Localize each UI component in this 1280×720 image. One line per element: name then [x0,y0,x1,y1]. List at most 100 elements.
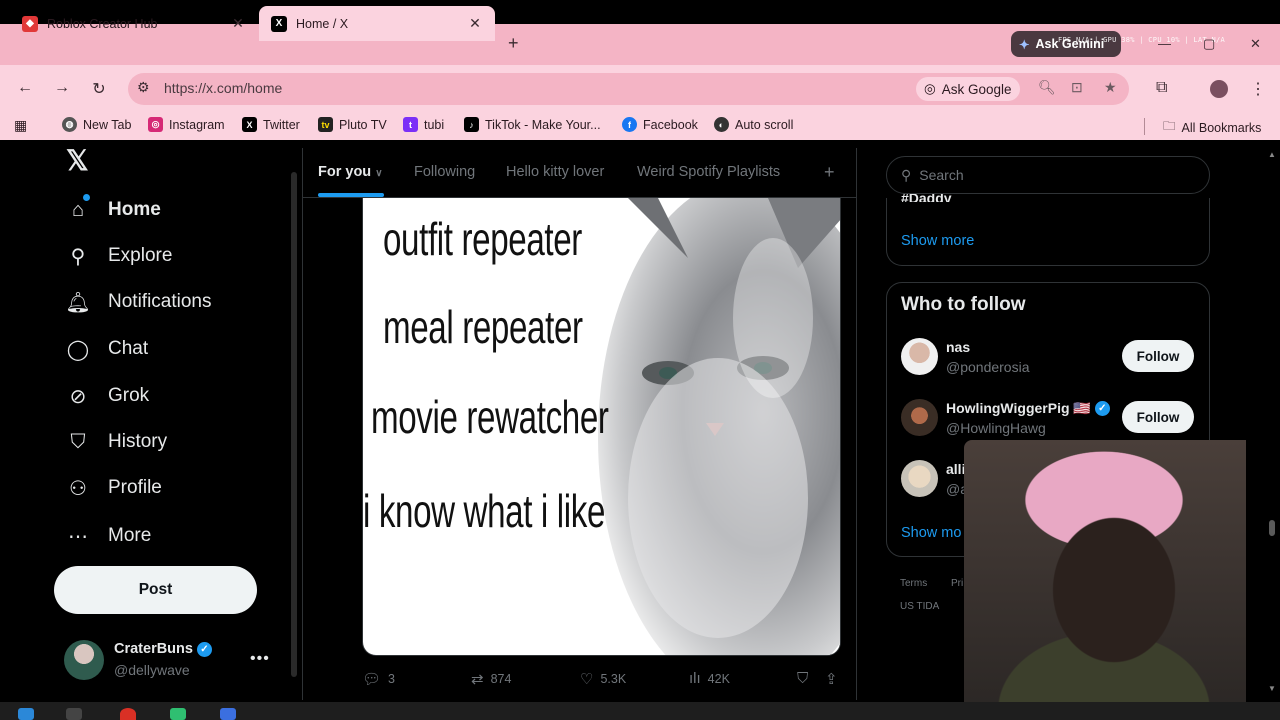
suggested-user-handle: @ponderosia [946,359,1030,375]
reply-button[interactable]: 💬︎ 3 [362,670,395,688]
zoom-icon[interactable]: 🔍︎ [1038,79,1056,96]
bookmark-icon: ⛉ [70,430,86,453]
page-scrollbar[interactable]: ▲ ▼ [1266,150,1278,695]
tab-roblox[interactable]: ◆ Roblox Creator Hub ✕ [10,6,258,41]
bookmark-button[interactable]: ⛉ [797,670,808,687]
account-name[interactable]: CraterBuns ✓ [114,641,212,657]
avatar[interactable] [64,640,104,680]
extensions-icon[interactable]: ⧉ [1156,79,1167,97]
bookmark-star-icon[interactable]: ★ [1104,79,1117,96]
nav-label: Home [108,199,161,220]
account-menu-icon[interactable]: ••• [250,650,270,668]
trends-panel [886,198,1210,266]
tab-for-you[interactable]: For you ∨ [318,164,383,180]
tab-title: Home / X [296,16,349,31]
install-icon[interactable]: ⊡ [1071,79,1083,96]
facebook-icon: f [622,117,637,132]
bookmark-pluto[interactable]: tv Pluto TV [318,117,387,132]
menu-kebab-icon[interactable]: ⋮ [1250,79,1266,99]
follow-button[interactable]: Follow [1122,340,1194,372]
bookmark-tubi[interactable]: t tubi [403,117,444,132]
all-bookmarks[interactable]: 🗀 All Bookmarks [1163,117,1261,138]
ask-gemini-button[interactable]: ✦ Ask Gemini [1011,31,1121,57]
bookmark-auto-scroll[interactable]: ◐ Auto scroll [714,117,793,132]
scroll-down-icon[interactable]: ▼ [1268,684,1276,693]
add-tab-icon[interactable]: + [824,162,835,183]
follow-button[interactable]: Follow [1122,401,1194,433]
window-close-icon[interactable]: ✕ [1250,36,1261,52]
suggested-user-name[interactable]: nas [946,339,970,355]
nav-profile[interactable]: ⚇ Profile [66,470,162,506]
account-handle: @dellywave [114,662,190,678]
tab-weird-spotify[interactable]: Weird Spotify Playlists [637,164,780,180]
footer-privacy[interactable]: Pri [951,578,963,589]
who-to-follow-title: Who to follow [901,294,1026,315]
nav-more[interactable]: ⋯ More [66,518,151,554]
footer-terms[interactable]: Terms [900,578,927,589]
url-text[interactable]: https://x.com/home [164,80,282,96]
close-icon[interactable]: ✕ [230,15,246,32]
back-icon[interactable]: ← [15,79,35,97]
show-more-link[interactable]: Show mo [901,525,961,541]
bookmark-label: Twitter [263,117,300,132]
forward-icon[interactable]: → [52,79,72,97]
verified-badge-icon: ✓ [1094,401,1110,416]
avatar[interactable] [901,399,938,436]
nav-home[interactable]: ⌂ Home [66,192,161,228]
site-info-icon[interactable]: ⚙ [137,79,150,96]
bookmark-instagram[interactable]: ◎ Instagram [148,117,225,132]
footer-extra[interactable]: US TIDA [900,601,939,612]
nav-notifications[interactable]: 🔔︎ Notifications [65,284,211,320]
tab-following[interactable]: Following [414,164,475,180]
profile-avatar-icon[interactable] [1210,80,1228,98]
bookmark-new-tab[interactable]: ◍ New Tab [62,117,131,132]
scroll-up-icon[interactable]: ▲ [1268,150,1276,159]
scroll-thumb[interactable] [1269,520,1275,536]
start-icon[interactable] [18,708,34,720]
bookmark-twitter[interactable]: X Twitter [242,117,300,132]
pluto-tv-icon: tv [318,117,333,132]
nav-grok[interactable]: ⊘ Grok [66,378,150,414]
left-scrollbar[interactable] [289,160,299,690]
user-name-text: HowlingWiggerPig 🇺🇸 [946,400,1091,416]
scroll-thumb[interactable] [291,172,297,677]
post-media[interactable]: outfit repeater meal repeater movie rewa… [362,198,841,656]
repost-button[interactable]: ⇄ 874 [471,670,511,688]
suggested-user-name[interactable]: HowlingWiggerPig 🇺🇸 ✓ [946,400,1110,417]
cat-image [598,198,840,655]
avatar[interactable] [901,460,938,497]
tubi-icon: t [403,117,418,132]
x-logo-icon[interactable]: 𝕏 [66,144,89,177]
maximize-icon[interactable]: ▢ [1203,36,1215,52]
avatar[interactable] [901,338,938,375]
search-input[interactable]: ⚲ Search [886,156,1210,194]
nav-history[interactable]: ⛉ History [66,424,168,460]
close-icon[interactable]: ✕ [467,15,483,32]
task-view-icon[interactable] [66,708,82,720]
reply-icon: 💬︎ [362,671,382,688]
bookmark-tiktok[interactable]: ♪ TikTok - Make Your... [464,117,601,132]
chrome-icon[interactable] [120,708,136,720]
bookmark-label: tubi [424,117,445,132]
share-button[interactable]: ⇪ [825,670,838,688]
nav-chat[interactable]: ◯ Chat [66,331,148,367]
show-more-link[interactable]: Show more [901,233,974,249]
bookmark-label: New Tab [83,117,132,132]
apps-grid-icon[interactable]: ▦ [14,117,27,134]
reload-icon[interactable]: ↻ [89,79,109,99]
bookmark-facebook[interactable]: f Facebook [622,117,698,132]
views-button[interactable]: ılı 42K [689,670,730,687]
nav-explore[interactable]: ⚲ Explore [66,238,173,274]
new-tab-button[interactable]: + [508,33,519,54]
person-icon: ⚇ [69,477,87,500]
post-button[interactable]: Post [54,566,257,614]
minimize-icon[interactable]: — [1158,36,1171,51]
x-icon: X [271,15,287,32]
like-button[interactable]: ♡ 5.3K [580,670,626,688]
app-icon[interactable] [220,708,236,720]
tab-x-home[interactable]: X Home / X ✕ [259,6,495,41]
app-icon[interactable] [170,708,186,720]
bookmark-label: Facebook [643,117,698,132]
tab-hello-kitty[interactable]: Hello kitty lover [506,164,604,180]
ask-google-button[interactable]: ◎ Ask Google [916,77,1020,101]
